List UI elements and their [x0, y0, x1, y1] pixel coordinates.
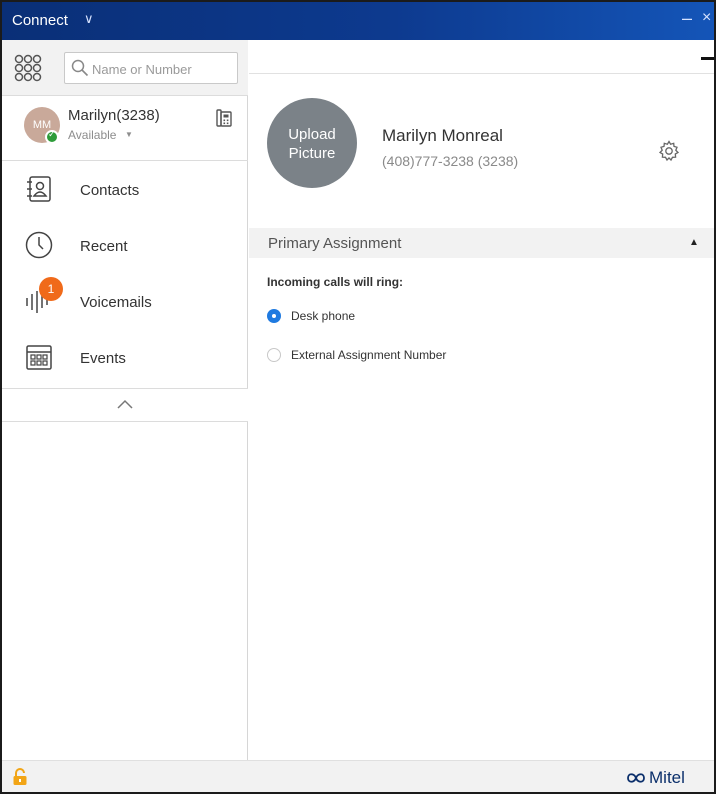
chevron-down-icon[interactable]: ∨	[84, 11, 94, 27]
connect-window: Connect ∨ – × MM ✓	[0, 0, 716, 794]
search-box[interactable]	[64, 52, 238, 84]
search-icon	[71, 59, 89, 77]
nav-item-events[interactable]: Events	[2, 330, 248, 386]
radio-label-external-assignment: External Assignment Number	[291, 348, 447, 362]
title-bar: Connect ∨ – ×	[2, 2, 714, 40]
section-title: Primary Assignment	[268, 235, 402, 252]
footer-bar: Mitel	[2, 760, 714, 792]
user-name: Marilyn(3238)	[68, 107, 160, 124]
nav-label-events: Events	[80, 350, 126, 367]
calendar-icon	[26, 345, 52, 370]
dialpad-icon[interactable]	[13, 53, 43, 83]
profile-phone-number: (408)777-3238 (3238)	[382, 153, 519, 169]
primary-assignment-header[interactable]: Primary Assignment ▲	[249, 228, 714, 258]
radio-button-selected[interactable]	[267, 309, 281, 323]
radio-label-desk-phone: Desk phone	[291, 309, 356, 323]
nav-item-recent[interactable]: Recent	[2, 218, 248, 274]
user-presence-row[interactable]: MM ✓ Marilyn(3238) Available ▼	[2, 97, 248, 161]
profile-full-name: Marilyn Monreal	[382, 126, 503, 145]
profile-panel: Upload Picture Marilyn Monreal (408)777-…	[249, 40, 714, 760]
app-title[interactable]: Connect	[12, 12, 68, 29]
nav-label-recent: Recent	[80, 238, 128, 255]
contacts-icon	[27, 176, 51, 202]
desk-phone-icon[interactable]	[216, 109, 232, 127]
radio-desk-phone[interactable]: Desk phone	[267, 306, 567, 326]
nav-item-voicemails[interactable]: 1 Voicemails	[2, 274, 248, 330]
collapse-nav-button[interactable]	[2, 388, 248, 422]
gear-icon[interactable]	[658, 140, 680, 162]
search-input[interactable]	[92, 59, 232, 79]
status-dropdown[interactable]: Available	[68, 128, 116, 142]
nav-item-contacts[interactable]: Contacts	[2, 162, 248, 218]
ring-label: Incoming calls will ring:	[267, 275, 404, 289]
upload-picture-button[interactable]: Upload Picture	[267, 98, 357, 188]
left-panel: MM ✓ Marilyn(3238) Available ▼ C	[2, 40, 248, 760]
nav-label-contacts: Contacts	[80, 182, 140, 199]
upload-label-line1: Upload	[288, 126, 336, 143]
minimize-button[interactable]: –	[682, 8, 692, 29]
upload-label-line2: Picture	[288, 145, 336, 162]
available-status-icon: ✓	[45, 129, 59, 144]
clock-icon	[25, 231, 53, 259]
panel-toolbar	[249, 40, 714, 74]
panel-minimize-button[interactable]	[701, 57, 714, 60]
close-button[interactable]: ×	[702, 9, 711, 27]
lock-icon[interactable]	[12, 768, 28, 786]
chevron-up-icon[interactable]	[116, 397, 134, 411]
brand-name: Mitel	[649, 768, 685, 787]
voicemail-count-badge: 1	[39, 277, 63, 301]
mitel-logo-icon	[627, 773, 645, 783]
radio-button-unselected[interactable]	[267, 348, 281, 362]
nav-label-voicemails: Voicemails	[80, 294, 152, 311]
radio-external-assignment[interactable]: External Assignment Number	[267, 345, 567, 365]
collapse-triangle-icon[interactable]: ▲	[689, 237, 699, 248]
search-row	[2, 40, 248, 96]
caret-down-icon[interactable]: ▼	[125, 130, 133, 139]
